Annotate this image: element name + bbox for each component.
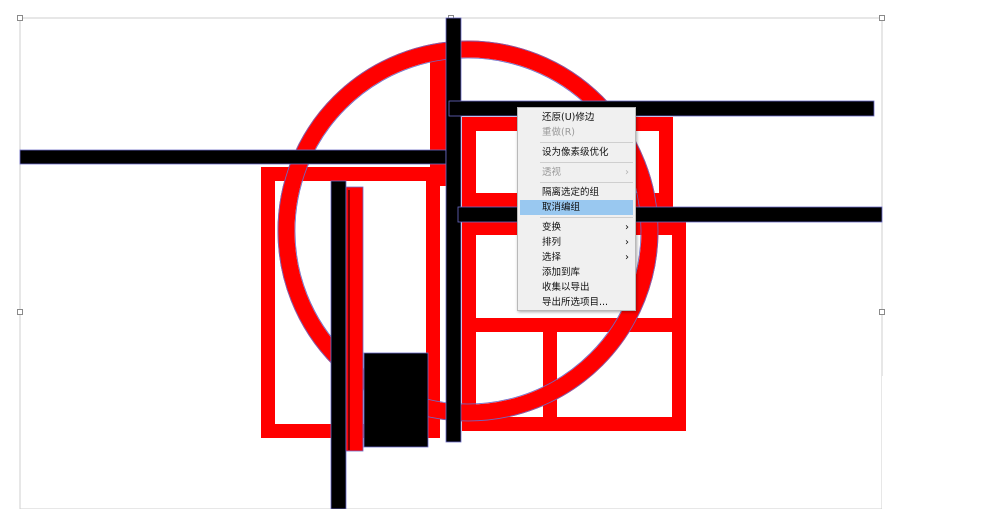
chevron-right-icon: › [625, 252, 629, 263]
chevron-right-icon: › [625, 167, 629, 178]
menu-item-select[interactable]: 选择 › [518, 250, 635, 265]
context-menu[interactable]: 还原(U)修边 重做(R) 设为像素级优化 透视 › 隔离选定的组 取消编组 变… [517, 107, 636, 311]
menu-item-ungroup[interactable]: 取消编组 [520, 200, 633, 215]
artboard-canvas[interactable] [0, 0, 1000, 509]
menu-item-collect-for-export[interactable]: 收集以导出 [518, 280, 635, 295]
menu-item-redo: 重做(R) [542, 127, 576, 138]
menu-item-perspective: 透视 › [518, 165, 635, 180]
menu-item-arrange-label: 排列 [542, 237, 562, 248]
menu-item-transform[interactable]: 变换 › [518, 220, 635, 235]
menu-separator [540, 142, 633, 143]
chevron-right-icon: › [625, 237, 629, 248]
menu-item-export-selection[interactable]: 导出所选项目... [518, 295, 635, 310]
menu-separator [540, 217, 633, 218]
menu-item-transform-label: 变换 [542, 222, 562, 233]
menu-item-isolate-group[interactable]: 隔离选定的组 [518, 185, 635, 200]
menu-item-perspective-label: 透视 [542, 167, 562, 178]
menu-item-select-label: 选择 [542, 252, 562, 263]
menu-separator [540, 182, 633, 183]
menu-item-add-to-library[interactable]: 添加到库 [518, 265, 635, 280]
canvas-edge [882, 376, 1000, 509]
chevron-right-icon: › [625, 222, 629, 233]
menu-item-pixel-optimize[interactable]: 设为像素级优化 [518, 145, 635, 160]
menu-item-undo-trim[interactable]: 还原(U)修边 [518, 110, 635, 125]
menu-item-arrange[interactable]: 排列 › [518, 235, 635, 250]
menu-separator [540, 162, 633, 163]
